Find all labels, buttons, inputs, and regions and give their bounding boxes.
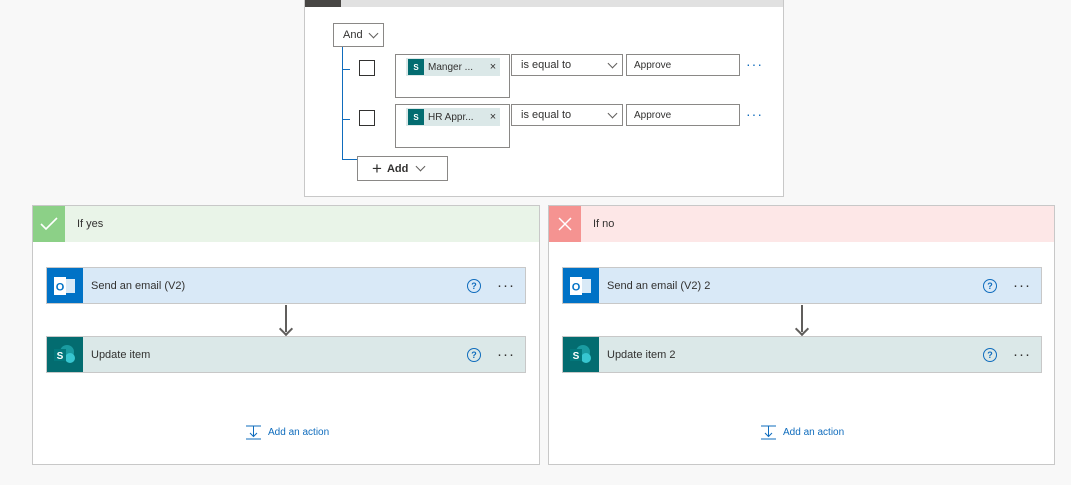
help-icon[interactable]: ? — [983, 278, 997, 293]
chevron-down-icon — [368, 28, 379, 38]
token-label: HR Appr... — [428, 111, 474, 123]
tree-line-branch — [342, 69, 350, 70]
branch-header-no[interactable]: If no — [549, 206, 1054, 242]
arrow-down-icon — [794, 321, 810, 337]
value-input[interactable]: Approve — [626, 54, 740, 76]
add-action-icon — [246, 425, 261, 440]
arrow-down-icon — [278, 321, 294, 337]
add-an-action-link[interactable]: Add an action — [761, 425, 844, 440]
sharepoint-icon: S — [563, 337, 599, 372]
sharepoint-icon: S — [408, 109, 424, 125]
close-icon — [549, 206, 581, 242]
action-title: Send an email (V2) — [91, 279, 186, 292]
operator-dropdown[interactable]: is equal to — [511, 54, 623, 76]
add-action-icon — [761, 425, 776, 440]
condition-card: And S Manger ... × is equal to Approve ·… — [304, 0, 784, 197]
group-operator-label: And — [343, 29, 363, 41]
add-action-label: Add an action — [268, 427, 330, 438]
svg-text:S: S — [57, 351, 64, 362]
add-action-label: Add an action — [783, 427, 845, 438]
branch-title: If no — [593, 218, 615, 230]
branch-header-yes[interactable]: If yes — [33, 206, 539, 242]
outlook-icon: O — [47, 268, 83, 303]
svg-text:O: O — [572, 281, 581, 293]
dynamic-content-token[interactable]: S HR Appr... × — [406, 108, 500, 126]
action-title: Send an email (V2) 2 — [607, 279, 711, 292]
outlook-icon: O — [563, 268, 599, 303]
chevron-down-icon — [607, 58, 618, 68]
action-title: Update item — [91, 348, 151, 361]
add-an-action-link[interactable]: Add an action — [246, 425, 329, 440]
token-label: Manger ... — [428, 61, 474, 73]
action-send-email-2[interactable]: O Send an email (V2) 2 ? ··· — [562, 267, 1042, 304]
checkmark-icon — [33, 206, 65, 242]
row-checkbox[interactable] — [359, 60, 375, 76]
row-more-icon[interactable]: ··· — [746, 106, 763, 122]
more-options-icon[interactable]: ··· — [497, 277, 515, 294]
help-icon[interactable]: ? — [467, 278, 481, 293]
tree-line-vertical — [342, 47, 343, 159]
dynamic-content-token[interactable]: S Manger ... × — [406, 58, 500, 76]
more-options-icon[interactable]: ··· — [1013, 277, 1031, 294]
sharepoint-icon: S — [408, 59, 424, 75]
branch-title: If yes — [77, 218, 104, 230]
sharepoint-icon: S — [47, 337, 83, 372]
action-update-item-2[interactable]: S Update item 2 ? ··· — [562, 336, 1042, 373]
field-input[interactable]: S Manger ... × — [395, 54, 510, 98]
branch-if-yes: If yes O Send an email (V2) ? ··· S Upda… — [32, 205, 540, 465]
plus-icon: + — [372, 159, 382, 178]
svg-text:S: S — [573, 351, 580, 362]
tree-line-branch — [342, 159, 357, 160]
field-input[interactable]: S HR Appr... × — [395, 104, 510, 148]
help-icon[interactable]: ? — [983, 347, 997, 362]
add-condition-button[interactable]: + Add — [357, 156, 448, 181]
group-operator-dropdown[interactable]: And — [333, 23, 384, 47]
branch-if-no: If no O Send an email (V2) 2 ? ··· S Upd… — [548, 205, 1055, 465]
condition-header-icon — [305, 0, 341, 7]
add-button-label: Add — [386, 162, 409, 175]
tree-line-branch — [342, 119, 350, 120]
action-title: Update item 2 — [607, 348, 676, 361]
more-options-icon[interactable]: ··· — [1013, 346, 1031, 363]
operator-label: is equal to — [521, 59, 572, 71]
action-send-email[interactable]: O Send an email (V2) ? ··· — [46, 267, 526, 304]
action-update-item[interactable]: S Update item ? ··· — [46, 336, 526, 373]
close-icon[interactable]: × — [486, 111, 500, 123]
condition-header-bar[interactable] — [305, 0, 783, 7]
value-input[interactable]: Approve — [626, 104, 740, 126]
row-checkbox[interactable] — [359, 110, 375, 126]
help-icon[interactable]: ? — [467, 347, 481, 362]
operator-dropdown[interactable]: is equal to — [511, 104, 623, 126]
close-icon[interactable]: × — [486, 61, 500, 73]
chevron-down-icon — [607, 108, 618, 118]
svg-text:O: O — [56, 281, 65, 293]
operator-label: is equal to — [521, 109, 572, 121]
more-options-icon[interactable]: ··· — [497, 346, 515, 363]
chevron-down-icon — [415, 161, 426, 172]
row-more-icon[interactable]: ··· — [746, 56, 763, 72]
